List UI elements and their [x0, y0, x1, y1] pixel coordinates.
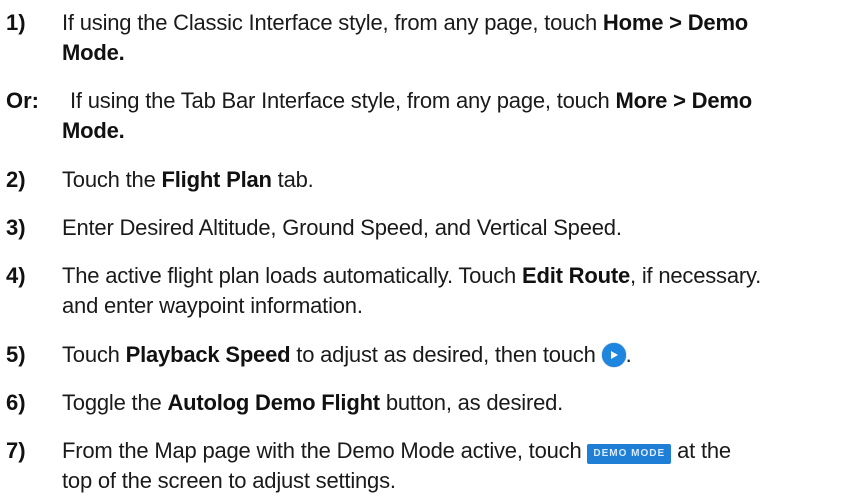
- step-number: 5): [6, 342, 26, 367]
- step-text-part: Touch: [62, 342, 126, 367]
- step-text: The active flight plan loads automatical…: [62, 261, 834, 321]
- step-text-part: Enter Desired Altitude, Ground Speed, an…: [62, 215, 622, 240]
- step-number: 2): [6, 167, 26, 192]
- step-text-part: If using the Classic Interface style, fr…: [62, 10, 603, 35]
- step-text-part: button, as desired.: [379, 390, 564, 415]
- step-number: 6): [6, 390, 26, 415]
- step-text-part: The active flight plan loads automatical…: [62, 263, 523, 288]
- step-emphasis: Playback Speed: [125, 342, 291, 367]
- step-emphasis: Autolog Demo Flight: [167, 390, 380, 415]
- step-text-part: .: [625, 342, 632, 367]
- demo-mode-button-image: DEMO MODE: [587, 444, 672, 464]
- step-text-part: to adjust as desired, then touch: [290, 342, 602, 367]
- step-emphasis: Edit Route: [522, 263, 631, 288]
- step-text: Enter Desired Altitude, Ground Speed, an…: [62, 213, 834, 243]
- step-emphasis: Mode.: [62, 118, 125, 143]
- step-text: If using the Classic Interface style, fr…: [62, 8, 834, 68]
- step-text-part: If using the Tab Bar Interface style, fr…: [70, 88, 616, 113]
- step-text-part: Toggle the: [62, 390, 168, 415]
- step-emphasis: Home > Demo: [602, 10, 749, 35]
- step-number: Or:: [6, 88, 39, 113]
- step-emphasis: More > Demo: [615, 88, 753, 113]
- step-text-part: and enter waypoint information.: [62, 293, 363, 318]
- play-icon: [601, 343, 626, 367]
- step-text: From the Map page with the Demo Mode act…: [62, 436, 834, 496]
- step-emphasis: Mode.: [62, 40, 125, 65]
- step-number: 1): [6, 10, 26, 35]
- step-text-part: tab.: [271, 167, 314, 192]
- step-number: 3): [6, 215, 26, 240]
- step-text: Touch Playback Speed to adjust as desire…: [62, 340, 834, 370]
- step-number: 7): [6, 438, 26, 463]
- step-text-part: , if necessary.: [630, 263, 762, 288]
- step-text-part: Touch the: [62, 167, 162, 192]
- step-text: Toggle the Autolog Demo Flight button, a…: [62, 388, 834, 418]
- step-emphasis: Flight Plan: [161, 167, 272, 192]
- step-text-part: From the Map page with the Demo Mode act…: [62, 438, 588, 463]
- step-text-part: top of the screen to adjust settings.: [62, 468, 396, 493]
- step-text: If using the Tab Bar Interface style, fr…: [62, 86, 842, 146]
- step-text-part: at the: [671, 438, 731, 463]
- step-text: Touch the Flight Plan tab.: [62, 165, 834, 195]
- step-number: 4): [6, 263, 26, 288]
